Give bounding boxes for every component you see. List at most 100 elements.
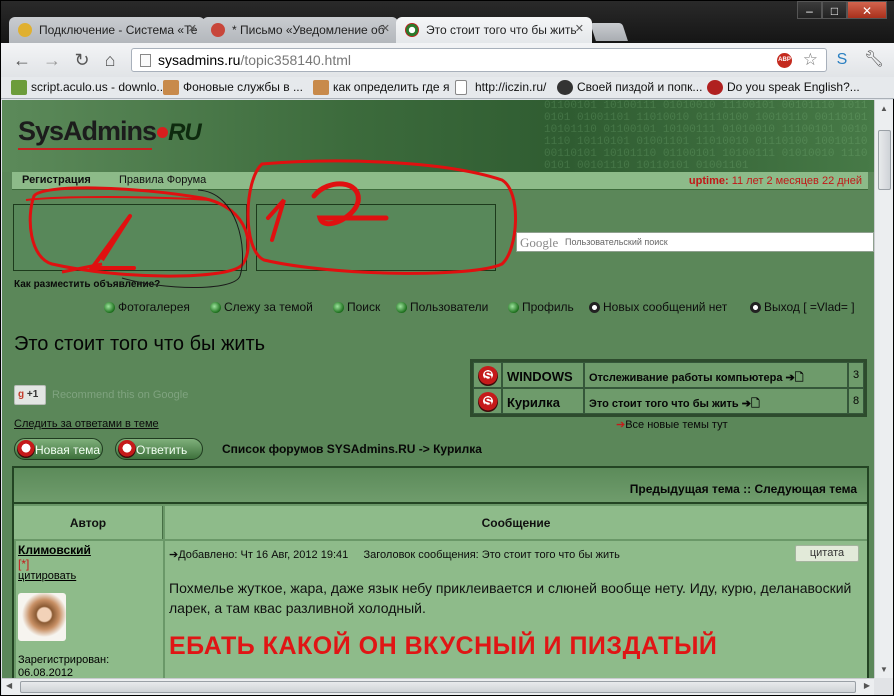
reload-icon[interactable]: ↻ bbox=[71, 50, 93, 70]
menu-search[interactable]: Поиск bbox=[333, 300, 380, 314]
bookmark-favicon-icon bbox=[11, 80, 27, 95]
search-input[interactable]: Google Пользовательский поиск bbox=[516, 232, 874, 252]
browser-window: Подключение - Система «Те ✕ * Письмо «Ув… bbox=[0, 0, 894, 696]
prev-next-links[interactable]: Предыдущая тема :: Следующая тема bbox=[630, 482, 857, 496]
home-icon[interactable]: ⌂ bbox=[99, 50, 121, 70]
bookmark-star-icon[interactable]: ☆ bbox=[803, 50, 818, 70]
envelope-icon bbox=[589, 302, 600, 313]
adblock-icon[interactable]: ABP bbox=[777, 53, 792, 68]
menu-label: Пользователи bbox=[410, 300, 489, 314]
gplus-button[interactable]: g +1 bbox=[14, 385, 46, 405]
menu-logout[interactable]: Выход [ =Vlad= ] bbox=[750, 300, 855, 314]
uptime-label: uptime: bbox=[688, 175, 729, 187]
scroll-right-icon[interactable]: ▶ bbox=[864, 681, 870, 690]
minimize-button[interactable]: – bbox=[797, 1, 822, 19]
vertical-scrollbar[interactable]: ▲ ▼ bbox=[874, 100, 893, 678]
url-domain: sysadmins.ru bbox=[158, 52, 241, 68]
recent-forum-link[interactable]: WINDOWS bbox=[502, 362, 584, 388]
logo-underline bbox=[18, 148, 152, 150]
bookmark-item[interactable]: как определить где я bbox=[313, 80, 449, 95]
close-window-button[interactable]: ✕ bbox=[847, 1, 887, 19]
recent-topic-row: S Курилка Это стоит того что бы жить ➔🗋︎… bbox=[473, 388, 864, 414]
horizontal-scroll-thumb[interactable] bbox=[20, 681, 856, 693]
users-icon bbox=[396, 302, 407, 313]
vertical-scroll-thumb[interactable] bbox=[878, 130, 891, 190]
bookmark-item[interactable]: Do you speak English?... bbox=[707, 80, 860, 95]
clock-icon bbox=[750, 302, 761, 313]
page-icon bbox=[140, 54, 151, 67]
horizontal-scrollbar[interactable]: ◀ ▶ bbox=[2, 678, 874, 695]
scroll-down-icon[interactable]: ▼ bbox=[880, 665, 888, 674]
recent-topic-link[interactable]: Это стоит того что бы жить ➔🗋︎ bbox=[584, 388, 848, 414]
maximize-button[interactable]: □ bbox=[822, 1, 847, 19]
menu-new-messages[interactable]: Новых сообщений нет bbox=[589, 300, 727, 314]
menu-gallery[interactable]: Фотогалерея bbox=[104, 300, 190, 314]
site-logo[interactable]: SysAdmins RU bbox=[18, 116, 202, 147]
address-bar[interactable]: sysadmins.ru/topic358140.html ABP ☆ bbox=[131, 48, 827, 72]
registration-info: Зарегистрирован: 06.08.2012 bbox=[18, 654, 109, 678]
scroll-left-icon[interactable]: ◀ bbox=[6, 681, 12, 690]
tab-2[interactable]: * Письмо «Уведомление об ✕ bbox=[202, 17, 398, 43]
forum-s-icon: S bbox=[478, 392, 498, 412]
goto-last-post-icon[interactable]: ➔🗋︎ bbox=[786, 372, 804, 384]
bookmark-item[interactable]: http://iczin.ru/ bbox=[455, 80, 546, 95]
back-arrow-icon[interactable]: ← bbox=[11, 50, 33, 70]
nav-rules[interactable]: Правила Форума bbox=[119, 174, 206, 186]
all-new-label: Все новые темы тут bbox=[625, 419, 728, 431]
all-new-topics-link[interactable]: ➔Все новые темы тут bbox=[616, 418, 728, 431]
button-label: Новая тема bbox=[35, 443, 101, 457]
ad-slot-1[interactable] bbox=[13, 204, 247, 271]
scroll-corner bbox=[874, 678, 893, 695]
how-to-ad-link[interactable]: Как разместить объявление? bbox=[14, 279, 160, 290]
skype-icon[interactable]: S bbox=[831, 50, 853, 70]
new-topic-button[interactable]: Новая тема bbox=[14, 438, 103, 460]
ad-slot-2[interactable] bbox=[256, 204, 496, 271]
post-big-text: ЕБАТЬ КАКОЙ ОН ВКУСНЫЙ И ПИЗДАТЫЙ bbox=[169, 632, 718, 660]
bookmark-item[interactable]: Фоновые службы в ... bbox=[163, 80, 303, 95]
post-arrow-icon: ➔ bbox=[169, 549, 179, 561]
tab-1[interactable]: Подключение - Система «Те ✕ bbox=[9, 17, 205, 43]
bookmark-item[interactable]: script.aculo.us - downlo... bbox=[11, 80, 166, 95]
menu-label: Слежу за темой bbox=[224, 300, 313, 314]
forward-arrow-icon[interactable]: → bbox=[41, 50, 63, 70]
menu-users[interactable]: Пользователи bbox=[396, 300, 488, 314]
registered-label: Зарегистрирован: bbox=[18, 654, 110, 666]
wrench-icon[interactable]: 🔧︎ bbox=[863, 50, 885, 70]
column-header-message: Сообщение bbox=[165, 506, 867, 539]
mail-icon bbox=[211, 23, 225, 37]
sun-icon bbox=[18, 23, 32, 37]
reply-button[interactable]: Ответить bbox=[115, 438, 203, 460]
menu-profile[interactable]: Профиль bbox=[508, 300, 574, 314]
google-logo: Google bbox=[520, 235, 559, 250]
bookmark-item[interactable]: Своей пиздой и попк... bbox=[557, 80, 702, 95]
recent-topic-link[interactable]: Отслеживание работы компьютера ➔🗋︎ bbox=[584, 362, 848, 388]
nav-register[interactable]: Регистрация bbox=[22, 174, 91, 186]
recent-forum-link[interactable]: Курилка bbox=[502, 388, 584, 414]
quote-link[interactable]: цитировать bbox=[18, 570, 76, 582]
close-icon[interactable]: ✕ bbox=[575, 22, 584, 35]
close-icon[interactable]: ✕ bbox=[381, 22, 390, 35]
red-arrow-icon: ➔ bbox=[616, 419, 626, 431]
goto-last-post-icon[interactable]: ➔🗋︎ bbox=[742, 398, 760, 410]
tab-title: * Письмо «Уведомление об bbox=[232, 23, 385, 37]
logo-text: SysAdmins bbox=[18, 116, 157, 146]
menu-watching[interactable]: Слежу за темой bbox=[210, 300, 313, 314]
breadcrumb[interactable]: Список форумов SYSAdmins.RU -> Курилка bbox=[222, 442, 482, 456]
uptime-value: 11 лет 2 месяцев 22 дней bbox=[731, 175, 862, 187]
tab-3-active[interactable]: Это стоит того что бы жить ✕ bbox=[396, 17, 592, 43]
browser-toolbar: ← → ↻ ⌂ sysadmins.ru/topic358140.html AB… bbox=[1, 43, 894, 77]
avatar bbox=[18, 593, 66, 641]
close-icon[interactable]: ✕ bbox=[188, 22, 197, 35]
recommend-text: Recommend this on Google bbox=[52, 389, 189, 401]
bookmarks-bar: script.aculo.us - downlo... Фоновые служ… bbox=[1, 77, 894, 99]
new-tab-button[interactable] bbox=[590, 23, 628, 41]
site-favicon-icon bbox=[405, 23, 419, 37]
author-name[interactable]: Климовский bbox=[18, 543, 91, 557]
gallery-icon bbox=[104, 302, 115, 313]
menu-label: Поиск bbox=[347, 300, 381, 314]
follow-topic-link[interactable]: Следить за ответами в теме bbox=[14, 418, 159, 430]
recent-topic-row: S WINDOWS Отслеживание работы компьютера… bbox=[473, 362, 864, 388]
profile-icon bbox=[508, 302, 519, 313]
scroll-up-icon[interactable]: ▲ bbox=[880, 104, 888, 113]
cite-button[interactable]: цитата bbox=[795, 545, 859, 562]
